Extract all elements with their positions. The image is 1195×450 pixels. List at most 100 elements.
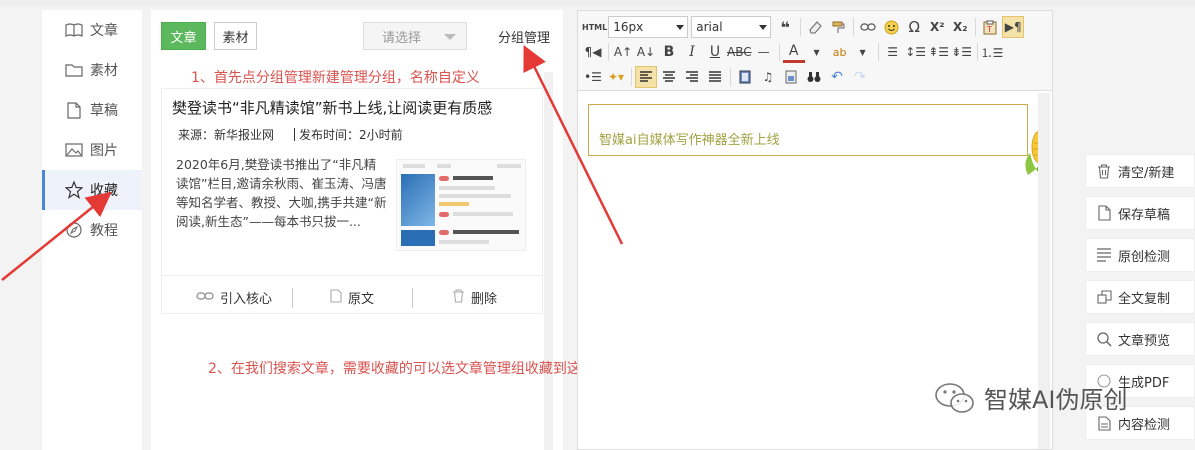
nav-item-material[interactable]: 素材 (42, 50, 142, 90)
original-button[interactable]: 原文 (330, 288, 374, 307)
underline-icon[interactable]: U (704, 41, 726, 63)
paragraph-spacing-icon[interactable]: ⇞☰ (928, 41, 950, 63)
font-family-select[interactable]: arial (691, 16, 772, 38)
preview-button[interactable]: 文章预览 (1085, 322, 1195, 356)
originality-check-label: 原创检测 (1118, 249, 1171, 265)
ordered-list-icon[interactable]: ⒈☰ (981, 41, 1004, 63)
save-draft-label: 保存草稿 (1118, 207, 1171, 223)
align-center-icon[interactable] (658, 66, 680, 88)
thumb-line (403, 164, 425, 168)
delete-button[interactable]: 删除 (452, 288, 497, 307)
font-color-icon[interactable]: A (782, 41, 805, 63)
tab-material-button[interactable]: 素材 (214, 22, 257, 50)
preview-label: 文章预览 (1118, 333, 1171, 349)
toolbar-divider (877, 43, 879, 61)
action-divider (412, 288, 413, 308)
article-title[interactable]: 樊登读书“非凡精读馆”新书上线,让阅读更有质感 (172, 97, 492, 118)
music-icon[interactable]: ♫ (757, 66, 779, 88)
thumb-block (401, 230, 435, 246)
image-icon (64, 141, 84, 159)
line-height-icon[interactable]: ↕☰ (905, 41, 927, 63)
font-family-value: arial (696, 20, 723, 34)
indent-icon[interactable]: ☰ (882, 41, 904, 63)
italic-icon[interactable]: I (681, 41, 703, 63)
link-icon[interactable] (857, 16, 879, 38)
document-icon (330, 288, 342, 307)
article-summary: 2020年6月,樊登读书推出了“非凡精读馆”栏目,邀请余秋雨、崔玉涛、冯唐等知名… (176, 157, 387, 229)
favorites-panel: 文章 素材 请选择 分组管理 1、首先点分组管理新建管理分组，名称自定义 樊登读… (151, 10, 693, 450)
wechat-icon (935, 382, 974, 413)
article-card: 樊登读书“非凡精读馆”新书上线,让阅读更有质感 来源：新华报业网 发布时间：2小时… (161, 88, 543, 314)
nav-item-draft[interactable]: 草稿 (42, 90, 142, 130)
tab-article-button[interactable]: 文章 (161, 22, 206, 50)
group-manage-link[interactable]: 分组管理 (498, 27, 550, 46)
book-cover-image (401, 174, 435, 226)
action-divider (292, 288, 293, 308)
nav-item-tutorial[interactable]: 教程 (42, 210, 142, 250)
folder-icon (64, 61, 84, 79)
panel-scrollbar[interactable] (544, 72, 553, 450)
content-check-label: 内容检测 (1118, 417, 1171, 433)
meta-divider (294, 128, 296, 141)
rtl-direction-icon[interactable]: ¶◀ (582, 41, 604, 63)
omega-icon[interactable]: Ω (903, 16, 925, 38)
nav-item-label: 教程 (90, 223, 118, 239)
strikethrough-icon[interactable]: ABC (727, 41, 752, 63)
ltr-direction-icon[interactable]: ▶¶ (1002, 16, 1025, 38)
nav-item-image[interactable]: 图片 (42, 130, 142, 170)
align-right-icon[interactable] (681, 66, 703, 88)
watermark: 智媒AI伪原创 (934, 380, 1128, 415)
unordered-list-icon[interactable]: •☰ (582, 66, 604, 88)
watermark-text: 智媒AI伪原创 (984, 386, 1128, 414)
superscript-icon[interactable]: X² (926, 16, 948, 38)
quote-core-label: 引入核心 (220, 292, 273, 307)
save-draft-button[interactable]: 保存草稿 (1085, 196, 1195, 230)
blockquote-icon[interactable]: ❝ (774, 16, 796, 38)
book-icon (64, 21, 84, 39)
thumb-tag (439, 212, 449, 217)
document-icon (64, 101, 84, 119)
redo-icon[interactable]: ↷ (849, 66, 871, 88)
thumb-line (497, 164, 521, 168)
horizontal-rule-icon[interactable]: — (753, 41, 775, 63)
align-justify-icon[interactable] (704, 66, 726, 88)
editor-content-area[interactable]: 智媒ai自媒体写作神器全新上线 (588, 104, 1028, 156)
undo-icon[interactable]: ↶ (826, 66, 848, 88)
align-left-icon[interactable] (635, 66, 657, 88)
binoculars-icon[interactable] (803, 66, 825, 88)
font-size-select[interactable]: 16px (608, 16, 689, 38)
highlight-color-icon[interactable]: ab (829, 41, 851, 63)
quote-core-button[interactable]: 引入核心 (196, 288, 272, 307)
paragraph-spacing-after-icon[interactable]: ⇟☰ (951, 41, 973, 63)
chevron-down-icon[interactable]: ▼ (852, 41, 874, 63)
clear-new-button[interactable]: 清空/新建 (1085, 154, 1195, 188)
trash-icon (452, 288, 465, 307)
bold-icon[interactable]: B (658, 41, 680, 63)
nav-item-article[interactable]: 文章 (42, 10, 142, 50)
nav-item-label: 图片 (90, 143, 118, 159)
thumb-line (437, 164, 451, 168)
thumb-line (439, 186, 495, 190)
top-strip (0, 0, 1195, 6)
font-shrink-icon[interactable]: A↓ (635, 41, 657, 63)
compass-icon (64, 221, 84, 239)
format-painter-icon[interactable] (827, 16, 849, 38)
originality-check-button[interactable]: 原创检测 (1085, 238, 1195, 272)
file-icon (1096, 205, 1112, 221)
video-icon[interactable] (734, 66, 756, 88)
html-source-button[interactable]: HTML (582, 16, 607, 38)
star-icon (64, 181, 84, 199)
group-select[interactable]: 请选择 (363, 22, 467, 50)
subscript-icon[interactable]: X₂ (949, 16, 971, 38)
toolbar-divider (975, 18, 977, 36)
chevron-down-icon[interactable]: ▼ (806, 41, 828, 63)
attachment-icon[interactable] (780, 66, 802, 88)
paste-text-icon[interactable]: T (979, 16, 1001, 38)
emoji-icon[interactable] (880, 16, 902, 38)
magic-wand-icon[interactable]: ✦▾ (605, 66, 627, 88)
eraser-icon[interactable] (804, 16, 826, 38)
nav-item-favorites[interactable]: 收藏 (42, 170, 142, 210)
article-source: 来源：新华报业网 (178, 128, 275, 142)
copy-all-button[interactable]: 全文复制 (1085, 280, 1195, 314)
font-grow-icon[interactable]: A↑ (612, 41, 634, 63)
